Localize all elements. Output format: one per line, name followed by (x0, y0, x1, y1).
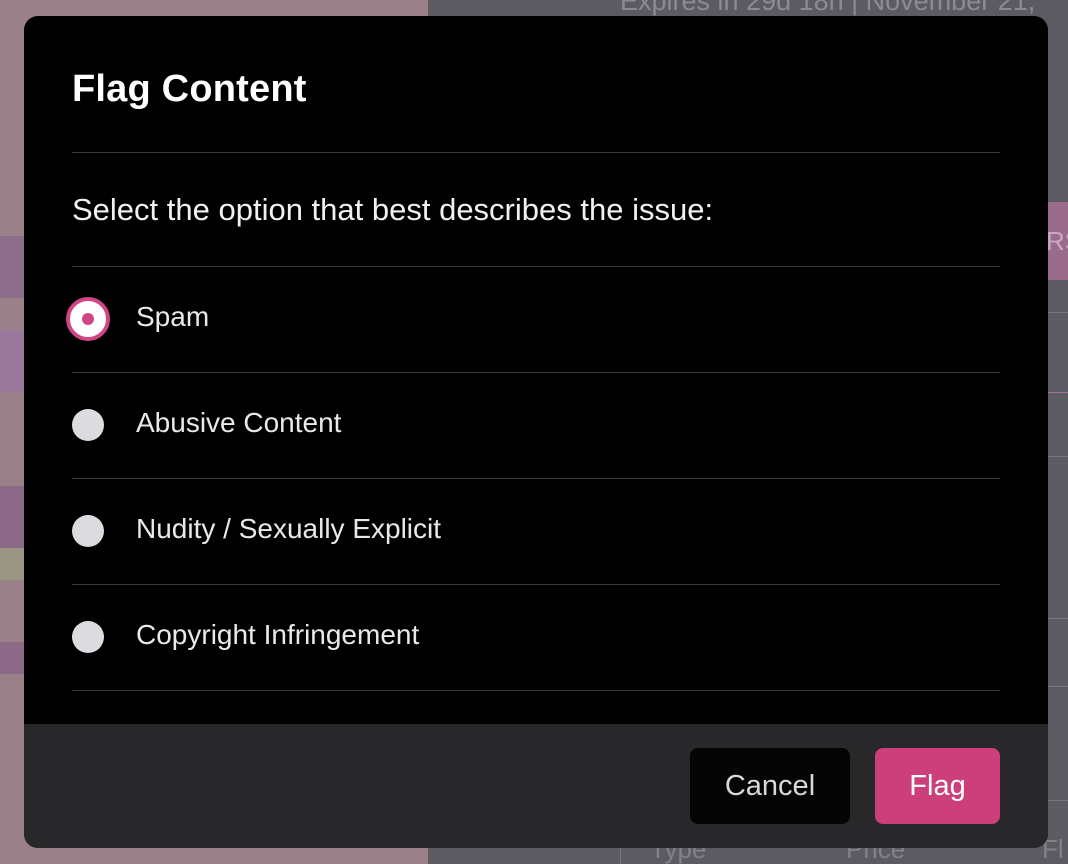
radio-nudity[interactable] (72, 515, 104, 547)
radio-spam[interactable] (66, 297, 110, 341)
option-abusive-content[interactable]: Abusive Content (72, 373, 1000, 478)
option-divider (72, 690, 1000, 691)
cancel-button[interactable]: Cancel (690, 748, 850, 824)
title-divider (72, 152, 1000, 153)
option-label-abusive-content: Abusive Content (136, 407, 342, 438)
background-strip (0, 236, 24, 298)
flag-content-dialog: Flag Content Select the option that best… (24, 16, 1048, 848)
option-nudity[interactable]: Nudity / Sexually Explicit (72, 479, 1000, 584)
background-strip (0, 486, 24, 548)
background-strip (0, 642, 24, 674)
dialog-prompt: Select the option that best describes th… (72, 192, 714, 227)
dialog-title: Flag Content (72, 68, 307, 110)
option-label-nudity: Nudity / Sexually Explicit (136, 513, 442, 544)
option-label-copyright: Copyright Infringement (136, 619, 420, 650)
radio-abusive-content[interactable] (72, 409, 104, 441)
background-strip (0, 548, 24, 580)
radio-copyright[interactable] (72, 621, 104, 653)
background-expires-text: Expires in 29d 18h | November 21, (620, 0, 1036, 16)
dialog-footer: Cancel Flag (24, 724, 1048, 848)
background-strip (0, 330, 24, 392)
option-spam[interactable]: Spam (66, 267, 1000, 372)
radio-selected-dot (82, 313, 94, 325)
option-copyright[interactable]: Copyright Infringement (72, 585, 1000, 690)
option-label-spam: Spam (136, 301, 210, 332)
flag-button[interactable]: Flag (875, 748, 1000, 824)
